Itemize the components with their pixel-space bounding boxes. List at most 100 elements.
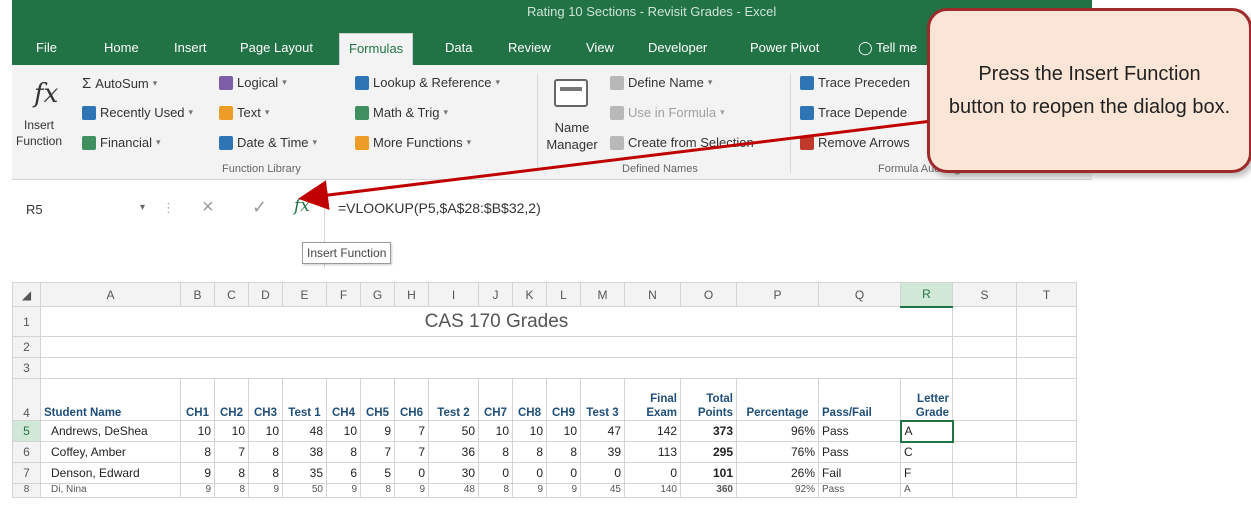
header-cell[interactable]: CH4 bbox=[326, 378, 361, 421]
cell[interactable] bbox=[1016, 462, 1077, 484]
cell[interactable] bbox=[952, 306, 1017, 337]
cell[interactable]: 92% bbox=[736, 483, 819, 498]
tab-data[interactable]: Data bbox=[445, 40, 472, 55]
checkmark-icon[interactable]: ✓ bbox=[252, 197, 267, 218]
cell[interactable]: 113 bbox=[624, 441, 681, 463]
cell[interactable]: 50 bbox=[282, 483, 327, 498]
math-trig-button[interactable]: Math & Trig ▾ bbox=[355, 105, 448, 120]
cell[interactable] bbox=[952, 357, 1017, 379]
active-cell[interactable]: A bbox=[899, 419, 954, 443]
use-in-formula-button[interactable]: Use in Formula ▾ bbox=[610, 105, 725, 120]
cell[interactable] bbox=[1016, 420, 1077, 442]
insert-function-button[interactable]: Insert Function bbox=[16, 117, 62, 149]
cell[interactable]: 50 bbox=[428, 420, 479, 442]
cell[interactable]: 0 bbox=[512, 462, 547, 484]
cell[interactable]: 10 bbox=[512, 420, 547, 442]
header-cell[interactable]: CH3 bbox=[248, 378, 283, 421]
column-header[interactable]: Q bbox=[818, 282, 901, 307]
header-cell[interactable]: Student Name bbox=[40, 378, 181, 421]
cell[interactable]: 0 bbox=[580, 462, 625, 484]
cell[interactable]: 10 bbox=[214, 420, 249, 442]
cell[interactable]: 0 bbox=[394, 462, 429, 484]
cell[interactable]: 9 bbox=[546, 483, 581, 498]
cell[interactable]: 10 bbox=[478, 420, 513, 442]
cell[interactable]: 142 bbox=[624, 420, 681, 442]
cell[interactable]: 0 bbox=[624, 462, 681, 484]
column-header[interactable]: A bbox=[40, 282, 181, 307]
cell[interactable]: 30 bbox=[428, 462, 479, 484]
cell[interactable] bbox=[1016, 378, 1077, 421]
row-header[interactable]: 7 bbox=[12, 462, 41, 484]
cell[interactable] bbox=[952, 441, 1017, 463]
column-header[interactable]: O bbox=[680, 282, 737, 307]
cell[interactable]: Fail bbox=[818, 462, 901, 484]
header-cell[interactable]: Final Exam bbox=[624, 378, 681, 421]
tab-review[interactable]: Review bbox=[508, 40, 551, 55]
cell[interactable]: 0 bbox=[478, 462, 513, 484]
header-cell[interactable]: CH5 bbox=[360, 378, 395, 421]
cell[interactable]: 48 bbox=[428, 483, 479, 498]
insert-function-fx-icon[interactable]: fx bbox=[294, 196, 310, 216]
cell[interactable] bbox=[40, 357, 953, 379]
sheet-title[interactable]: CAS 170 Grades bbox=[40, 306, 953, 337]
column-header[interactable]: D bbox=[248, 282, 283, 307]
cell[interactable]: 7 bbox=[394, 420, 429, 442]
student-name-cell[interactable]: Denson, Edward bbox=[40, 462, 181, 484]
cell[interactable]: 26% bbox=[736, 462, 819, 484]
column-header[interactable]: J bbox=[478, 282, 513, 307]
cell[interactable] bbox=[952, 336, 1017, 358]
define-name-button[interactable]: Define Name ▾ bbox=[610, 75, 712, 90]
logical-button[interactable]: Logical ▾ bbox=[219, 75, 287, 90]
column-header[interactable]: I bbox=[428, 282, 479, 307]
autosum-button[interactable]: Σ AutoSum ▾ bbox=[82, 75, 157, 92]
cell[interactable]: C bbox=[900, 441, 953, 463]
cell[interactable]: 38 bbox=[282, 441, 327, 463]
cell[interactable]: 7 bbox=[214, 441, 249, 463]
column-header[interactable]: H bbox=[394, 282, 429, 307]
header-cell[interactable]: CH1 bbox=[180, 378, 215, 421]
column-header[interactable]: L bbox=[546, 282, 581, 307]
cell[interactable]: 8 bbox=[478, 441, 513, 463]
header-cell[interactable]: Percentage bbox=[736, 378, 819, 421]
financial-button[interactable]: Financial ▾ bbox=[82, 135, 161, 150]
column-header[interactable]: P bbox=[736, 282, 819, 307]
cell[interactable]: 373 bbox=[680, 420, 737, 442]
cell[interactable]: 10 bbox=[546, 420, 581, 442]
remove-arrows-button[interactable]: Remove Arrows bbox=[800, 135, 910, 150]
tab-page-layout[interactable]: Page Layout bbox=[240, 40, 313, 55]
cell[interactable]: 8 bbox=[546, 441, 581, 463]
cell[interactable]: 8 bbox=[360, 483, 395, 498]
cell[interactable]: 8 bbox=[248, 441, 283, 463]
cell[interactable]: 8 bbox=[214, 483, 249, 498]
column-header[interactable]: T bbox=[1016, 282, 1077, 307]
recently-used-button[interactable]: Recently Used ▾ bbox=[82, 105, 193, 120]
column-header-selected[interactable]: R bbox=[900, 282, 953, 308]
cell[interactable]: Pass bbox=[818, 441, 901, 463]
cell[interactable] bbox=[952, 420, 1017, 442]
cell[interactable]: 36 bbox=[428, 441, 479, 463]
cell[interactable] bbox=[1016, 483, 1077, 498]
cell[interactable]: 76% bbox=[736, 441, 819, 463]
cell[interactable]: 9 bbox=[360, 420, 395, 442]
cell[interactable]: 47 bbox=[580, 420, 625, 442]
row-header[interactable]: 3 bbox=[12, 357, 41, 379]
header-cell[interactable]: CH6 bbox=[394, 378, 429, 421]
cell[interactable]: 295 bbox=[680, 441, 737, 463]
row-header[interactable]: 4 bbox=[12, 378, 41, 421]
tab-tell-me[interactable]: ◯ Tell me bbox=[858, 40, 917, 56]
column-header[interactable]: M bbox=[580, 282, 625, 307]
cell[interactable]: 10 bbox=[180, 420, 215, 442]
cell[interactable]: 8 bbox=[180, 441, 215, 463]
lookup-reference-button[interactable]: Lookup & Reference ▾ bbox=[355, 75, 500, 90]
date-time-button[interactable]: Date & Time ▾ bbox=[219, 135, 317, 150]
student-name-cell[interactable]: Coffey, Amber bbox=[40, 441, 181, 463]
cell[interactable] bbox=[1016, 306, 1077, 337]
cell[interactable]: F bbox=[900, 462, 953, 484]
header-cell[interactable]: Test 2 bbox=[428, 378, 479, 421]
cell[interactable]: 8 bbox=[326, 441, 361, 463]
header-cell[interactable]: CH8 bbox=[512, 378, 547, 421]
cell[interactable]: 96% bbox=[736, 420, 819, 442]
header-cell[interactable]: CH7 bbox=[478, 378, 513, 421]
more-functions-button[interactable]: More Functions ▾ bbox=[355, 135, 471, 150]
cell[interactable] bbox=[952, 483, 1017, 498]
